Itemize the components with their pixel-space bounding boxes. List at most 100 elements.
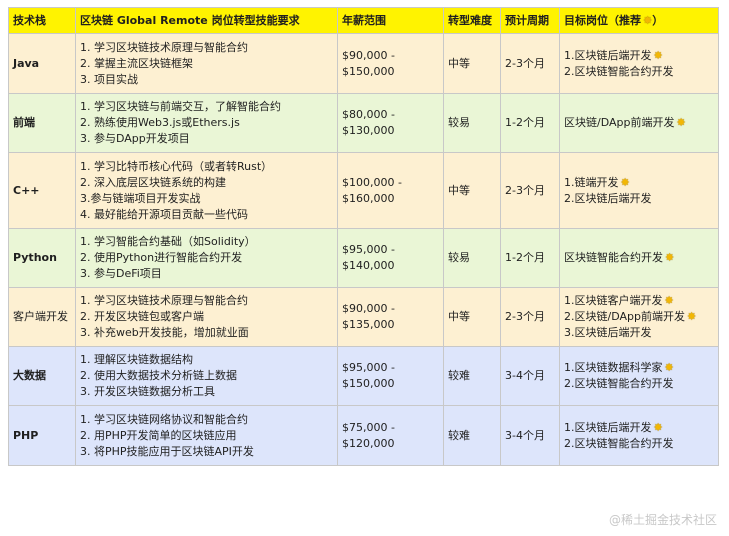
salary-min: $100,000 -: [342, 175, 402, 189]
position-line: 1.区块链数据科学家 ✸: [564, 360, 714, 376]
sparkle-icon: ✸: [676, 116, 686, 129]
table-row: Python 1. 学习智能合约基础（如Solidity） 2. 使用Pytho…: [8, 228, 719, 288]
position-line: 1.区块链后端开发 ✸: [564, 420, 714, 436]
requirement-line: 2. 用PHP开发简单的区块链应用: [80, 428, 237, 442]
sparkle-icon: ✸: [664, 361, 674, 374]
difficulty-cell: 中等: [443, 33, 501, 94]
tech-cell: 客户端开发: [8, 287, 76, 347]
difficulty-cell: 中等: [443, 152, 501, 229]
position-label: 1.区块链数据科学家: [564, 361, 663, 374]
requirement-line: 2. 熟练使用Web3.js或Ethers.js: [80, 116, 240, 129]
salary-cell: $75,000 - $120,000: [337, 405, 444, 466]
requirement-line: 2. 掌握主流区块链框架: [80, 56, 193, 70]
positions-cell: 1.区块链后端开发 ✸ 2.区块链智能合约开发: [559, 405, 719, 466]
requirement-line: 2. 使用大数据技术分析链上数据: [80, 369, 237, 382]
sparkle-icon: ✸: [686, 310, 697, 323]
sparkle-icon: ✸: [620, 175, 630, 189]
watermark: @稀土掘金技术社区: [608, 513, 717, 527]
requirement-line: 1. 学习比特币核心代码（或者转Rust）: [80, 159, 273, 173]
table-row: 大数据 1. 理解区块链数据结构 2. 使用大数据技术分析链上数据 3. 开发区…: [8, 346, 719, 406]
position-label: 2.区块链/DApp前端开发: [564, 310, 685, 323]
requirement-line: 1. 学习区块链与前端交互，了解智能合约: [80, 100, 281, 113]
difficulty-cell: 中等: [443, 287, 501, 347]
salary-cell: $95,000 - $150,000: [337, 346, 444, 406]
table-row: Java 1. 学习区块链技术原理与智能合约 2. 掌握主流区块链框架 3. 项…: [8, 33, 719, 94]
salary-max: $160,000: [342, 191, 395, 205]
tech-cell: C++: [8, 152, 76, 229]
sparkle-icon: ✸: [665, 251, 675, 264]
positions-cell: 1.区块链客户端开发 ✸ 2.区块链/DApp前端开发 ✸ 3.区块链后端开发: [559, 287, 719, 347]
positions-cell: 区块链智能合约开发 ✸: [559, 228, 719, 288]
salary-cell: $100,000 - $160,000: [337, 152, 444, 229]
position-line: 2.区块链智能合约开发: [564, 64, 674, 78]
salary-cell: $80,000 - $130,000: [337, 93, 444, 153]
position-line: 区块链智能合约开发 ✸: [564, 250, 714, 266]
salary-max: $150,000: [342, 377, 395, 390]
requirement-line: 3. 参与DApp开发项目: [80, 132, 190, 145]
salary-cell: $95,000 - $140,000: [337, 228, 444, 288]
requirements-cell: 1. 学习智能合约基础（如Solidity） 2. 使用Python进行智能合约…: [75, 228, 338, 288]
requirement-line: 4. 最好能给开源项目贡献一些代码: [80, 207, 248, 221]
positions-cell: 1.区块链后端开发 ✸ 2.区块链智能合约开发: [559, 33, 719, 94]
requirements-cell: 1. 学习比特币核心代码（或者转Rust） 2. 深入底层区块链系统的构建 3.…: [75, 152, 338, 229]
requirements-cell: 1. 理解区块链数据结构 2. 使用大数据技术分析链上数据 3. 开发区块链数据…: [75, 346, 338, 406]
requirement-line: 1. 理解区块链数据结构: [80, 353, 193, 366]
difficulty-cell: 较易: [443, 228, 501, 288]
position-label: 1.区块链后端开发: [564, 420, 652, 434]
salary-cell: $90,000 - $135,000: [337, 287, 444, 347]
requirement-line: 2. 使用Python进行智能合约开发: [80, 251, 243, 264]
requirement-line: 3. 参与DeFi项目: [80, 267, 162, 280]
salary-max: $130,000: [342, 124, 395, 137]
salary-min: $90,000 -: [342, 48, 395, 62]
period-cell: 1-2个月: [500, 93, 560, 153]
table-row: 前端 1. 学习区块链与前端交互，了解智能合约 2. 熟练使用Web3.js或E…: [8, 93, 719, 153]
salary-max: $120,000: [342, 436, 395, 450]
period-cell: 1-2个月: [500, 228, 560, 288]
header-target-close: ）: [652, 13, 664, 27]
period-cell: 3-4个月: [500, 405, 560, 466]
header-period: 预计周期: [500, 7, 560, 34]
table-row: PHP 1. 学习区块链网络协议和智能合约 2. 用PHP开发简单的区块链应用 …: [8, 405, 719, 466]
tech-cell: PHP: [8, 405, 76, 466]
salary-cell: $90,000 - $150,000: [337, 33, 444, 94]
requirements-cell: 1. 学习区块链技术原理与智能合约 2. 开发区块链包或客户端 3. 补充web…: [75, 287, 338, 347]
position-line: 1.区块链后端开发 ✸: [564, 48, 714, 64]
requirement-line: 3. 补充web开发技能，增加就业面: [80, 326, 249, 339]
period-cell: 2-3个月: [500, 152, 560, 229]
requirement-line: 1. 学习区块链技术原理与智能合约: [80, 40, 248, 54]
tech-cell: Python: [8, 228, 76, 288]
requirement-line: 1. 学习智能合约基础（如Solidity）: [80, 235, 256, 248]
position-label: 区块链/DApp前端开发: [564, 116, 675, 129]
sparkle-icon: ✸: [653, 420, 663, 434]
requirements-cell: 1. 学习区块链网络协议和智能合约 2. 用PHP开发简单的区块链应用 3. 将…: [75, 405, 338, 466]
difficulty-cell: 较难: [443, 405, 501, 466]
sparkle-icon: ✸: [653, 48, 663, 62]
position-label: 区块链智能合约开发: [564, 251, 663, 264]
table-row: 客户端开发 1. 学习区块链技术原理与智能合约 2. 开发区块链包或客户端 3.…: [8, 287, 719, 347]
difficulty-cell: 较易: [443, 93, 501, 153]
salary-min: $80,000 -: [342, 108, 395, 121]
salary-min: $75,000 -: [342, 420, 395, 434]
position-label: 1.链端开发: [564, 175, 619, 189]
period-cell: 3-4个月: [500, 346, 560, 406]
header-difficulty: 转型难度: [443, 7, 501, 34]
position-line: 3.区块链后端开发: [564, 326, 652, 339]
position-label: 1.区块链后端开发: [564, 48, 652, 62]
tech-label: 客户端开发: [13, 310, 68, 323]
requirement-line: 1. 学习区块链网络协议和智能合约: [80, 412, 248, 426]
period-cell: 2-3个月: [500, 287, 560, 347]
position-label: 1.区块链客户端开发: [564, 294, 663, 307]
requirements-cell: 1. 学习区块链与前端交互，了解智能合约 2. 熟练使用Web3.js或Ethe…: [75, 93, 338, 153]
positions-cell: 1.区块链数据科学家 ✸ 2.区块链智能合约开发: [559, 346, 719, 406]
career-transition-table: 技术栈 区块链 Global Remote 岗位转型技能要求 年薪范围 转型难度…: [8, 7, 719, 466]
position-line: 1.链端开发 ✸: [564, 175, 714, 191]
header-target-label: 目标岗位（推荐: [564, 13, 641, 27]
position-line: 2.区块链/DApp前端开发 ✸: [564, 309, 714, 325]
tech-cell: Java: [8, 33, 76, 94]
requirement-line: 3. 开发区块链数据分析工具: [80, 385, 215, 398]
requirement-line: 3. 将PHP技能应用于区块链API开发: [80, 444, 254, 458]
difficulty-cell: 较难: [443, 346, 501, 406]
positions-cell: 1.链端开发 ✸ 2.区块链后端开发: [559, 152, 719, 229]
header-requirements: 区块链 Global Remote 岗位转型技能要求: [75, 7, 338, 34]
requirement-line: 1. 学习区块链技术原理与智能合约: [80, 294, 248, 307]
